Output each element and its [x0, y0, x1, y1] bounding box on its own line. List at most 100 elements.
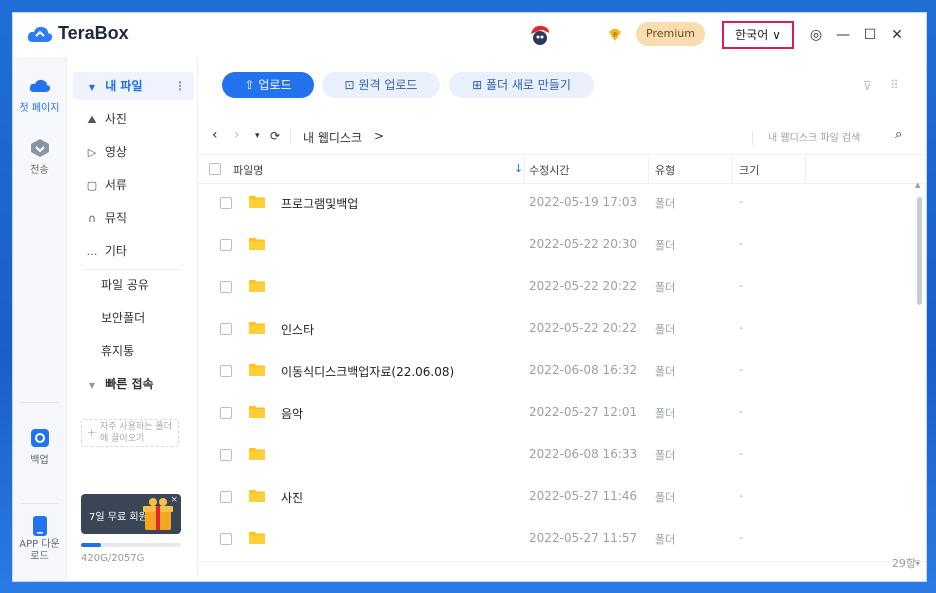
sidebar-item-music[interactable]: ∩ 뮤직 — [73, 204, 194, 232]
rail-item-transfer[interactable]: 전송 — [13, 137, 66, 176]
grid-view-icon[interactable]: ⠿ — [890, 78, 899, 92]
main-panel: ⇧ 업로드 ⊡ 원격 업로드 ⊞ 폴더 새로 만들기 ⊽ ⠿ ‹ › ▾ ⟳ 내… — [198, 57, 926, 581]
promo-banner[interactable]: 7일 무료 회원 × — [81, 494, 181, 534]
header-name[interactable]: 파일명 — [233, 162, 263, 178]
quick-access-drop-zone[interactable]: + 자주 사용하는 폴더에 끌어오기 — [81, 419, 179, 447]
language-dropdown[interactable]: 한국어 ∨ — [722, 21, 794, 49]
table-row[interactable]: 프로그램및백업 2022-05-19 17:03 폴더 - — [198, 182, 916, 224]
header-type[interactable]: 유형 — [655, 162, 675, 178]
sidebar-item-label: 뮤직 — [104, 211, 127, 225]
file-modified: 2022-05-22 20:22 — [529, 279, 638, 293]
back-icon[interactable]: ‹ — [212, 127, 218, 143]
caret-down-icon: ▼ — [88, 381, 96, 390]
file-name[interactable]: 인스타 — [281, 321, 314, 338]
sidebar-item-documents[interactable]: ▢ 서류 — [73, 171, 194, 199]
folder-icon — [249, 490, 265, 502]
table-row[interactable]: 음악 2022-05-27 12:01 폴더 - — [198, 392, 916, 434]
file-size: - — [739, 489, 743, 502]
row-checkbox[interactable] — [220, 407, 232, 419]
row-checkbox[interactable] — [220, 491, 232, 503]
column-divider — [648, 155, 649, 183]
sidebar-item-label: 빠른 접속 — [105, 377, 154, 391]
refresh-icon[interactable]: ⟳ — [270, 129, 280, 143]
row-checkbox[interactable] — [220, 365, 232, 377]
search-divider — [752, 131, 753, 145]
file-name[interactable]: 이동식디스크백업자료(22.06.08) — [281, 363, 454, 380]
file-size: - — [739, 279, 743, 292]
minimize-button[interactable]: — — [833, 25, 853, 45]
more-icon[interactable]: ⋮ — [174, 72, 186, 100]
upload-button[interactable]: ⇧ 업로드 — [222, 72, 314, 98]
table-row[interactable]: 인스타 2022-05-22 20:22 폴더 - — [198, 308, 916, 350]
table-row[interactable]: 이동식디스크백업자료(22.06.08) 2022-06-08 16:32 폴더 - — [198, 350, 916, 392]
sidebar-item-others[interactable]: … 기타 — [73, 237, 194, 265]
terabox-window: TeraBox P Premium 한국어 ∨ ◎ — ☐ ✕ 첫 페이지 전송… — [13, 13, 926, 581]
scroll-up-icon[interactable]: ▲ — [915, 181, 920, 189]
column-divider — [524, 155, 525, 183]
breadcrumb-root[interactable]: 내 웹디스크 — [303, 129, 362, 146]
column-divider — [805, 155, 806, 183]
row-checkbox[interactable] — [220, 323, 232, 335]
rail-item-backup[interactable]: 백업 — [13, 427, 66, 466]
folder-icon — [249, 280, 265, 292]
table-row[interactable]: 2022-05-22 20:30 폴더 - — [198, 224, 916, 266]
new-folder-button[interactable]: ⊞ 폴더 새로 만들기 — [449, 72, 594, 98]
sidebar-item-photos[interactable]: ⛰ 사진 — [73, 105, 194, 133]
file-size: - — [739, 447, 743, 460]
file-type: 폴더 — [655, 281, 676, 294]
header-modified[interactable]: 수정시간 — [529, 162, 569, 178]
search-input[interactable]: 내 웹디스크 파일 검색 — [768, 129, 860, 144]
remote-upload-button[interactable]: ⊡ 원격 업로드 — [322, 72, 440, 98]
caret-down-icon: ▼ — [88, 83, 96, 92]
file-size: - — [739, 405, 743, 418]
close-button[interactable]: ✕ — [887, 25, 907, 45]
maximize-button[interactable]: ☐ — [860, 25, 880, 45]
row-checkbox[interactable] — [220, 197, 232, 209]
table-row[interactable]: 2022-06-08 16:33 폴더 - — [198, 434, 916, 476]
file-modified: 2022-05-27 11:46 — [529, 489, 638, 503]
file-name[interactable]: 프로그램및백업 — [281, 195, 358, 212]
sidebar-item-videos[interactable]: ▷ 영상 — [73, 138, 194, 166]
table-row[interactable]: 2022-05-27 11:57 폴더 - — [198, 518, 916, 560]
storage-usage-text: 420G/2057G — [81, 553, 145, 564]
history-dropdown-icon[interactable]: ▾ — [255, 131, 260, 141]
app-name: TeraBox — [58, 23, 129, 43]
cloud-icon — [29, 79, 50, 92]
rail-divider — [21, 503, 58, 504]
forward-icon[interactable]: › — [234, 127, 240, 143]
file-modified: 2022-05-19 17:03 — [529, 195, 638, 209]
storage-bar — [81, 543, 181, 547]
header-size[interactable]: 크기 — [739, 162, 759, 178]
row-checkbox[interactable] — [220, 449, 232, 461]
sidebar-item-quick-access[interactable]: ▼ 빠른 접속 — [73, 370, 194, 398]
file-size: - — [739, 237, 743, 250]
folder-icon — [249, 196, 265, 208]
quick-access-placeholder: 자주 사용하는 폴더에 끌어오기 — [100, 422, 172, 444]
settings-icon[interactable]: ◎ — [806, 25, 826, 45]
nav-divider — [290, 128, 291, 144]
table-row[interactable]: 사진 2022-05-27 11:46 폴더 - — [198, 476, 916, 518]
rail-item-home[interactable]: 첫 페이지 — [13, 75, 66, 114]
photo-icon: ⛰ — [87, 113, 97, 126]
sidebar-item-my-files[interactable]: ▼ 내 파일 ⋮ — [73, 72, 194, 100]
scrollbar[interactable]: ▲ ▼ — [915, 181, 923, 567]
search-icon[interactable]: ⌕ — [895, 127, 902, 142]
promo-close-icon[interactable]: × — [170, 495, 178, 505]
row-checkbox[interactable] — [220, 281, 232, 293]
plus-icon: + — [87, 426, 97, 439]
sidebar-item-label: 사진 — [104, 112, 127, 126]
select-all-checkbox[interactable] — [209, 163, 221, 175]
video-icon: ▷ — [87, 146, 97, 159]
premium-button[interactable]: Premium — [636, 22, 705, 46]
file-name[interactable]: 음악 — [281, 405, 303, 422]
mascot-icon[interactable] — [527, 22, 553, 48]
sort-desc-icon[interactable]: ↓ — [514, 162, 523, 175]
remote-upload-icon: ⊡ — [344, 78, 359, 92]
row-checkbox[interactable] — [220, 239, 232, 251]
scrollbar-thumb[interactable] — [917, 197, 922, 305]
table-row[interactable]: 2022-05-22 20:22 폴더 - — [198, 266, 916, 308]
file-name[interactable]: 사진 — [281, 489, 303, 506]
filter-icon[interactable]: ⊽ — [863, 79, 872, 93]
row-checkbox[interactable] — [220, 533, 232, 545]
rail-item-app-download[interactable]: APP 다운로드 — [13, 515, 66, 563]
